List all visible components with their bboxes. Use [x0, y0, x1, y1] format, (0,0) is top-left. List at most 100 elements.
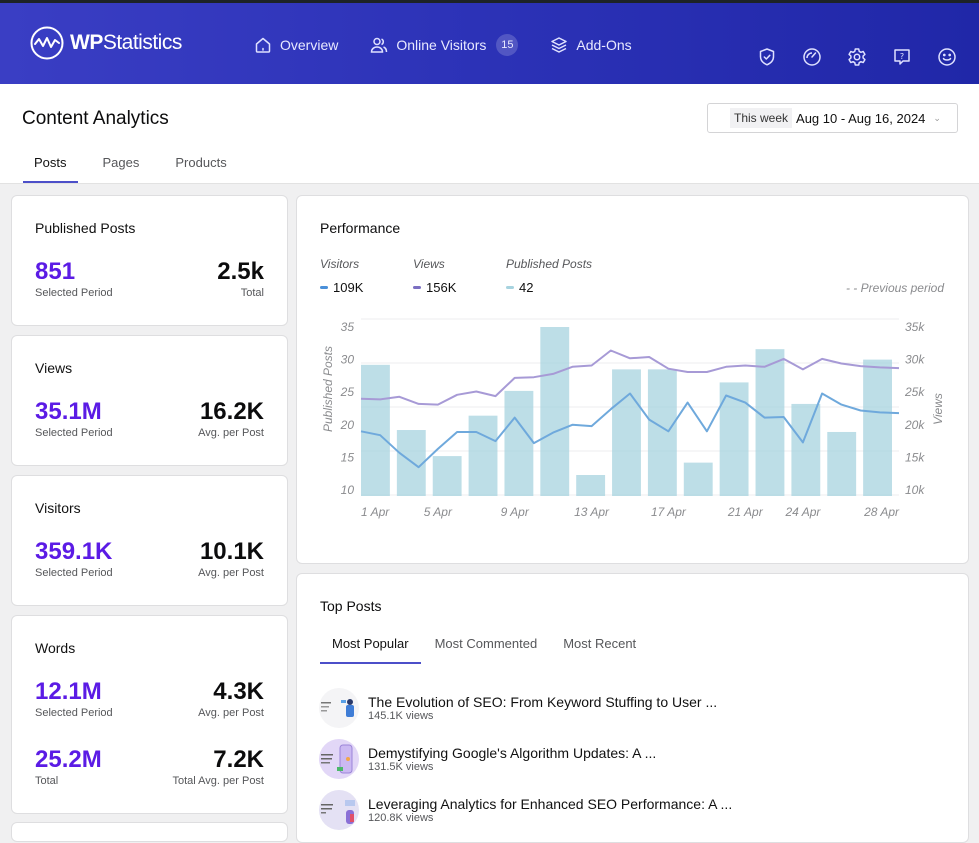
- y2-tick-label: 20k: [904, 418, 925, 432]
- post-thumbnail-image: [321, 800, 355, 824]
- content-tabs: Posts Pages Products: [23, 155, 252, 183]
- bar-published-posts: [612, 369, 641, 496]
- users-icon: [371, 37, 388, 53]
- y2-tick-label: 30k: [905, 353, 925, 367]
- brand-suffix: Statistics: [102, 31, 183, 54]
- kpi-secondary-value: 16.2K: [199, 398, 264, 425]
- post-views: 145.1K views: [368, 709, 434, 722]
- chevron-down-icon: ⌄: [933, 112, 941, 123]
- post-title: The Evolution of SEO: From Keyword Stuff…: [368, 693, 718, 710]
- y-tick-label: 30: [341, 353, 355, 367]
- smiley-icon: [938, 48, 956, 66]
- kpi-card-partial: [11, 822, 288, 842]
- post-item[interactable]: Leveraging Analytics for Enhanced SEO Pe…: [319, 790, 732, 830]
- x-tick-label: 28 Apr: [863, 505, 900, 519]
- kpi-row: 359.1K Selected Period 10.1K Avg. per Post: [35, 538, 264, 580]
- nav-add-ons[interactable]: Add-Ons: [550, 36, 632, 54]
- nav-add-ons-label: Add-Ons: [576, 37, 632, 53]
- x-tick-label: 13 Apr: [574, 505, 610, 519]
- x-tick-label: 9 Apr: [501, 505, 530, 519]
- post-thumbnail: [319, 688, 359, 728]
- bar-published-posts: [468, 415, 498, 496]
- post-thumbnail: [319, 790, 359, 830]
- y-tick-label: 20: [340, 418, 355, 432]
- gear-icon: [848, 48, 866, 66]
- kpi-primary-value: 851: [35, 258, 76, 285]
- settings-button[interactable]: [847, 47, 867, 67]
- post-thumbnail-image: [321, 699, 354, 717]
- x-tick-label: 24 Apr: [784, 505, 821, 519]
- bar-published-posts: [504, 390, 534, 496]
- post-title: Demystifying Google's Algorithm Updates:…: [368, 744, 657, 761]
- privacy-button[interactable]: [757, 47, 777, 67]
- y2-tick-label: 35k: [905, 320, 925, 334]
- kpi-row: 35.1M Selected Period 16.2K Avg. per Post: [35, 398, 264, 440]
- bar-published-posts: [647, 369, 677, 496]
- nav-overview[interactable]: Overview: [254, 36, 338, 54]
- performance-chart: 10 10k 15 15k 20 20k 25 25k 30 30k 35 35k 1 Apr 5 Apr…: [321, 318, 945, 519]
- home-icon: [255, 37, 271, 53]
- tab-most-recent[interactable]: Most Recent: [551, 636, 648, 664]
- kpi-primary-label: Selected Period: [35, 707, 113, 719]
- nav-online-visitors[interactable]: Online Visitors 15: [370, 34, 519, 56]
- bar-published-posts: [396, 430, 426, 496]
- kpi-title: Words: [35, 640, 76, 656]
- bar-published-posts: [540, 327, 570, 496]
- online-visitors-badge: 15: [496, 34, 519, 56]
- kpi-primary-label: Selected Period: [35, 427, 113, 439]
- shield-check-icon: [759, 48, 775, 66]
- bar-published-posts: [755, 349, 785, 496]
- kpi-title: Views: [35, 360, 73, 376]
- kpi-secondary-value: 4.3K: [213, 678, 264, 705]
- kpi-primary-value: 12.1M: [35, 678, 102, 705]
- tab-most-popular[interactable]: Most Popular: [320, 636, 421, 664]
- kpi-title: Visitors: [35, 500, 81, 516]
- tab-products[interactable]: Products: [164, 155, 237, 183]
- date-preset: This week: [730, 108, 793, 128]
- speedometer-icon: [803, 48, 821, 66]
- page-header: Content Analytics This week Aug 10 - Aug…: [0, 84, 979, 184]
- y2-tick-label: 10k: [905, 483, 925, 497]
- y-axis-label: Published Posts: [321, 346, 335, 432]
- kpi-primary-value: 25.2M: [35, 746, 102, 773]
- y-tick-label: 15: [341, 450, 355, 464]
- bar-published-posts: [827, 431, 857, 496]
- x-tick-label: 1 Apr: [361, 505, 390, 519]
- kpi-secondary-value: 7.2K: [213, 746, 264, 773]
- performance-button[interactable]: [802, 47, 822, 67]
- layers-icon: [551, 37, 568, 53]
- bar-published-posts: [791, 403, 821, 496]
- tab-posts[interactable]: Posts: [23, 155, 78, 183]
- kpi-primary-label: Total: [35, 775, 59, 787]
- post-thumbnail: [319, 739, 359, 779]
- performance-card: Performance Visitors 109K Views 156K Pub…: [296, 195, 969, 564]
- y2-axis-label: Views: [931, 393, 945, 425]
- post-item[interactable]: The Evolution of SEO: From Keyword Stuff…: [319, 688, 717, 728]
- kpi-card-published-posts: Published Posts 851 Selected Period 2.5k T…: [11, 195, 288, 326]
- tab-pages[interactable]: Pages: [92, 155, 151, 183]
- kpi-secondary-label: Avg. per Post: [198, 427, 264, 439]
- kpi-row: 25.2M Total 7.2K Total Avg. per Post: [35, 746, 264, 788]
- kpi-secondary-label: Avg. per Post: [198, 567, 264, 579]
- help-chat-icon: ?: [894, 49, 910, 65]
- post-item[interactable]: Demystifying Google's Algorithm Updates:…: [319, 739, 656, 779]
- date-range-picker[interactable]: This week Aug 10 - Aug 16, 2024 ⌄: [707, 103, 958, 133]
- bar-published-posts: [863, 359, 892, 496]
- help-button[interactable]: ?: [892, 47, 912, 67]
- kpi-secondary-value: 2.5k: [217, 258, 264, 285]
- brand-prefix: WP: [70, 31, 103, 54]
- kpi-primary-value: 35.1M: [35, 398, 102, 425]
- main-nav: Overview Online Visitors 15 Add-Ons: [254, 34, 664, 56]
- tab-most-commented[interactable]: Most Commented: [423, 636, 550, 664]
- nav-online-visitors-label: Online Visitors: [396, 37, 487, 53]
- brand-logo[interactable]: WPStatistics: [30, 26, 182, 60]
- x-tick-label: 17 Apr: [651, 505, 687, 519]
- kpi-secondary-value: 10.1K: [199, 538, 264, 565]
- kpi-row: 12.1M Selected Period 4.3K Avg. per Post: [35, 678, 264, 720]
- kpi-card-visitors: Visitors 359.1K Selected Period 10.1K Avg.…: [11, 475, 288, 606]
- feedback-button[interactable]: [937, 47, 957, 67]
- header-actions: ?: [757, 47, 957, 67]
- post-views: 120.8K views: [368, 811, 434, 824]
- svg-text:?: ?: [900, 52, 904, 61]
- post-views: 131.5K views: [368, 760, 434, 773]
